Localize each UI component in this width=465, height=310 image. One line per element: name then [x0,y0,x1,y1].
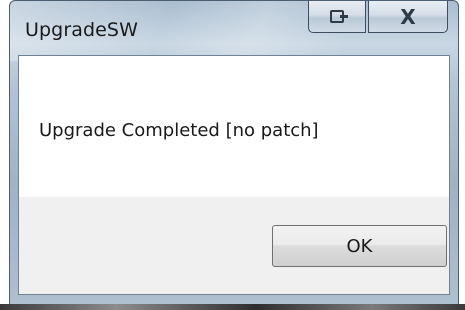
close-button[interactable]: X [368,1,448,33]
dialog-window: UpgradeSW X Upgrade Completed [no patch]… [9,0,459,306]
dialog-body: Upgrade Completed [no patch] OK [18,55,450,295]
restore-icon [330,10,348,23]
close-icon: X [400,4,416,29]
message-text: Upgrade Completed [no patch] [39,120,319,141]
restore-button[interactable] [308,1,366,33]
button-bar: OK [19,197,449,294]
taskbar-edge [0,304,465,310]
ok-button[interactable]: OK [272,225,447,267]
window-title: UpgradeSW [25,19,138,41]
